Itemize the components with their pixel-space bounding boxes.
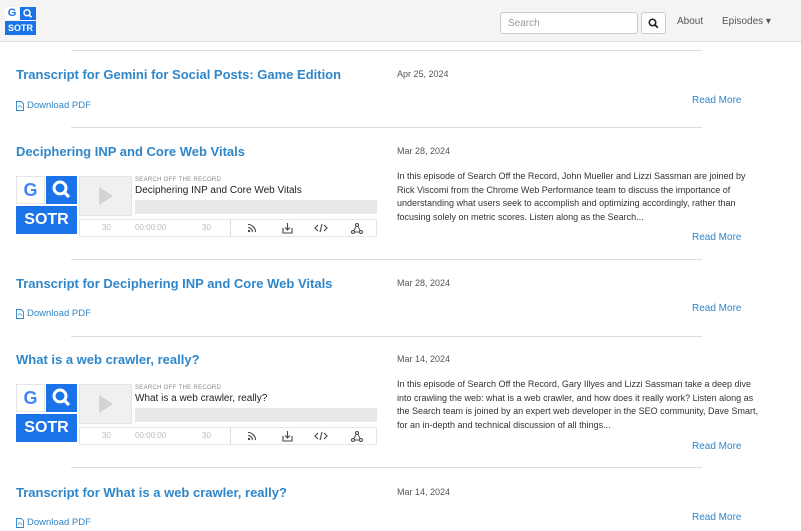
download-icon[interactable]: [280, 222, 294, 234]
skip-forward-button[interactable]: 30: [202, 431, 211, 440]
pdf-icon: [16, 100, 24, 111]
artwork-text: SOTR: [16, 414, 77, 442]
download-pdf-link[interactable]: Download PDF: [16, 517, 91, 528]
pdf-icon: [16, 517, 24, 528]
pdf-label: Download PDF: [27, 308, 91, 319]
logo-g: G: [5, 7, 19, 20]
episode-date: Mar 14, 2024: [397, 487, 451, 497]
play-icon: [98, 395, 113, 413]
embed-code-icon[interactable]: [314, 430, 328, 442]
share-icon[interactable]: [350, 430, 364, 442]
podcast-artwork: G SOTR: [16, 176, 77, 234]
audio-player: G SOTR SEARCH OFF THE RECORD Deciphering…: [16, 176, 377, 238]
episode-date: Mar 28, 2024: [397, 278, 451, 288]
read-more-link[interactable]: Read More: [692, 95, 741, 106]
player-controls: 30 00:00:00 30: [79, 427, 377, 445]
divider: [71, 127, 702, 128]
player-controls: 30 00:00:00 30: [79, 219, 377, 237]
audio-player: G SOTR SEARCH OFF THE RECORD What is a w…: [16, 384, 377, 446]
episode-title[interactable]: Deciphering INP and Core Web Vitals: [16, 144, 245, 159]
artwork-g: G: [16, 176, 45, 204]
episode-date: Apr 25, 2024: [397, 69, 449, 79]
divider: [71, 467, 702, 468]
play-button[interactable]: [79, 176, 132, 216]
artwork-text: SOTR: [16, 206, 77, 234]
episode-title[interactable]: Transcript for Gemini for Social Posts: …: [16, 67, 341, 82]
download-icon[interactable]: [280, 430, 294, 442]
episode-title[interactable]: Transcript for What is a web crawler, re…: [16, 485, 287, 500]
search-icon: [648, 17, 659, 28]
episode-description: In this episode of Search Off the Record…: [397, 171, 746, 222]
episode-description: In this episode of Search Off the Record…: [397, 379, 759, 430]
divider: [71, 336, 702, 337]
divider: [71, 50, 702, 51]
rewind-button[interactable]: 30: [102, 223, 111, 232]
rss-icon[interactable]: [245, 222, 259, 234]
search-icon: [20, 7, 36, 20]
download-pdf-link[interactable]: Download PDF: [16, 308, 91, 319]
player-episode-title: Deciphering INP and Core Web Vitals: [135, 185, 302, 196]
artwork-g: G: [16, 384, 45, 412]
player-show-name: SEARCH OFF THE RECORD: [135, 177, 222, 183]
search-input[interactable]: [500, 12, 638, 34]
search-icon: [46, 176, 77, 204]
nav-episodes-dropdown[interactable]: Episodes ▾: [722, 16, 771, 27]
progress-bar[interactable]: [135, 408, 377, 422]
search-icon: [46, 384, 77, 412]
embed-code-icon[interactable]: [314, 222, 328, 234]
share-icon[interactable]: [350, 222, 364, 234]
episode-title[interactable]: Transcript for Deciphering INP and Core …: [16, 276, 332, 291]
time-display: 00:00:00: [135, 223, 167, 232]
read-more-link[interactable]: Read More: [692, 232, 741, 243]
read-more-link[interactable]: Read More: [692, 441, 741, 452]
download-pdf-link[interactable]: Download PDF: [16, 100, 91, 111]
read-more-link[interactable]: Read More: [692, 303, 741, 314]
time-display: 00:00:00: [135, 431, 167, 440]
nav-about[interactable]: About: [677, 16, 703, 27]
play-icon: [98, 187, 113, 205]
search-button[interactable]: [641, 12, 666, 34]
play-button[interactable]: [79, 384, 132, 424]
site-logo[interactable]: G SOTR: [5, 7, 36, 35]
pdf-label: Download PDF: [27, 100, 91, 111]
progress-bar[interactable]: [135, 200, 377, 214]
player-episode-title: What is a web crawler, really?: [135, 393, 268, 404]
top-navbar: G SOTR About Episodes ▾: [0, 0, 801, 42]
divider: [71, 259, 702, 260]
player-show-name: SEARCH OFF THE RECORD: [135, 385, 222, 391]
pdf-icon: [16, 308, 24, 319]
rss-icon[interactable]: [245, 430, 259, 442]
podcast-artwork: G SOTR: [16, 384, 77, 442]
read-more-link[interactable]: Read More: [692, 512, 741, 523]
episode-title[interactable]: What is a web crawler, really?: [16, 352, 200, 367]
episode-date: Mar 28, 2024: [397, 146, 451, 156]
episode-date: Mar 14, 2024: [397, 354, 451, 364]
skip-forward-button[interactable]: 30: [202, 223, 211, 232]
rewind-button[interactable]: 30: [102, 431, 111, 440]
pdf-label: Download PDF: [27, 517, 91, 528]
logo-text: SOTR: [5, 21, 36, 35]
